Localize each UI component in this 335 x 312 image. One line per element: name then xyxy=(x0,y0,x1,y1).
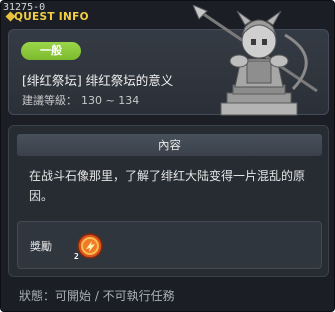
level-label: 建議等級： xyxy=(22,94,77,107)
quest-content-card: 內容 在战斗石像那里，了解了绯红大陆变得一片混乱的原因。 獎勵 2 xyxy=(8,125,329,277)
quest-name: [绯红祭坛] 绯红祭坛的意义 xyxy=(22,73,174,88)
quest-description: 在战斗石像那里，了解了绯红大陆变得一片混乱的原因。 xyxy=(29,169,306,203)
reward-box: 獎勵 2 xyxy=(17,221,322,269)
category-tag: 一般 xyxy=(21,42,81,60)
recommended-level: 建議等級： 130 ~ 134 xyxy=(22,92,143,108)
stone-statue-icon xyxy=(192,5,318,116)
reward-label: 獎勵 xyxy=(30,240,52,253)
content-heading: 內容 xyxy=(17,134,322,156)
reward-count: 2 xyxy=(74,252,79,261)
quest-status: 狀態：可開始 / 不可執行任務 xyxy=(19,289,175,303)
exp-orb-icon[interactable] xyxy=(76,232,104,260)
quest-info-window: 31275-0 QUEST INFO 一般 [绯红祭坛] 绯红祭坛的意义 建議等… xyxy=(0,0,335,312)
window-title: QUEST INFO xyxy=(14,11,89,23)
level-range: 130 ~ 134 xyxy=(81,94,140,107)
